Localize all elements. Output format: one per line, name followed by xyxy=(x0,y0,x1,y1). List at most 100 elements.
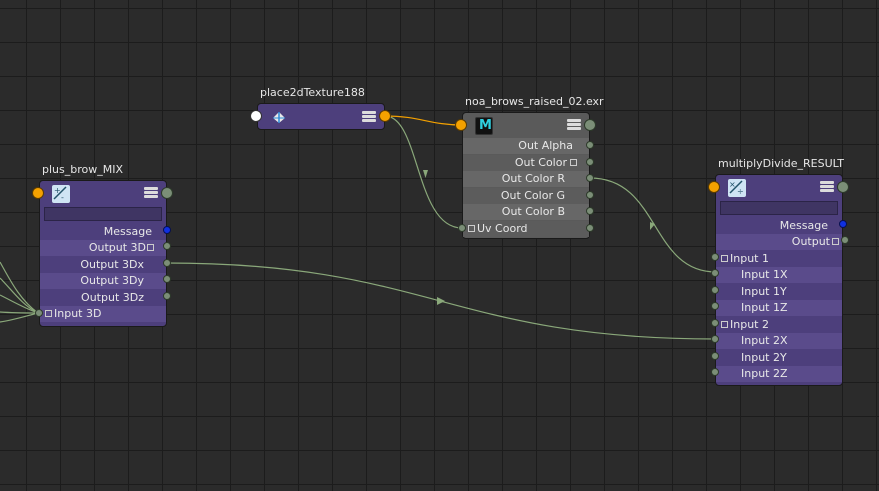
attr-row[interactable]: Message xyxy=(716,218,842,234)
output-3dy-plug[interactable] xyxy=(163,275,171,283)
output-plug[interactable] xyxy=(841,236,849,244)
out-color-plug[interactable] xyxy=(586,158,594,166)
node-output-plug[interactable] xyxy=(161,187,173,199)
attr-row[interactable]: Out Color G xyxy=(463,188,589,204)
input-2-plug[interactable] xyxy=(711,319,719,327)
attr-label: Out Color B xyxy=(501,205,565,218)
output-3d-plug[interactable] xyxy=(163,242,171,250)
attr-row[interactable]: Input 1Y xyxy=(716,284,842,300)
input-2z-plug[interactable] xyxy=(711,368,719,376)
wire-left-in-4[interactable] xyxy=(0,311,39,314)
node-input-plug[interactable] xyxy=(455,119,467,131)
attr-label: Out Color R xyxy=(501,172,565,185)
uv-coord-out-plug[interactable] xyxy=(586,224,594,232)
attr-row[interactable]: Input 2 xyxy=(716,317,842,333)
input-1x-plug[interactable] xyxy=(711,269,719,277)
attr-row[interactable]: Input 2Y xyxy=(716,350,842,366)
expand-icon[interactable] xyxy=(832,238,839,245)
attr-label: Output 3Dz xyxy=(81,291,144,304)
file-icon-letter: M xyxy=(479,118,492,133)
output-3dx-plug[interactable] xyxy=(163,259,171,267)
node-body[interactable]: M Out Alpha Out Color Out Color R Out Co… xyxy=(462,112,590,239)
attr-label: Output xyxy=(791,235,830,248)
node-title[interactable]: multiplyDivide_RESULT xyxy=(718,157,844,170)
menu-icon[interactable] xyxy=(144,187,158,199)
attr-label: Input 2 xyxy=(730,318,769,331)
attr-row[interactable]: Out Color B xyxy=(463,204,589,220)
out-color-b-plug[interactable] xyxy=(586,207,594,215)
output-3dz-plug[interactable] xyxy=(163,292,171,300)
node-output-plug[interactable] xyxy=(837,181,849,193)
attr-label: Input 2Z xyxy=(741,367,788,380)
out-alpha-plug[interactable] xyxy=(586,141,594,149)
attr-label: Input 3D xyxy=(54,307,102,320)
out-color-g-plug[interactable] xyxy=(586,191,594,199)
input-1y-plug[interactable] xyxy=(711,286,719,294)
attr-row[interactable]: Input 2Z xyxy=(716,366,842,382)
wire-plus-3dx-to-multiply-2x[interactable] xyxy=(165,262,717,340)
out-color-r-plug[interactable] xyxy=(586,174,594,182)
wire-left-in-3[interactable] xyxy=(0,294,39,314)
node-name-field[interactable] xyxy=(720,201,838,215)
wire-place2d-to-file-uv-alt[interactable] xyxy=(384,115,463,126)
node-name-field[interactable] xyxy=(44,207,162,221)
menu-icon[interactable] xyxy=(567,119,581,131)
wire-left-in-2[interactable] xyxy=(0,277,39,314)
wire-left-in-1[interactable] xyxy=(0,261,39,314)
attr-label: Input 1X xyxy=(741,268,788,281)
attr-label: Out Alpha xyxy=(518,139,573,152)
wire-arrow xyxy=(650,222,655,230)
attr-row[interactable]: Output 3Dx xyxy=(40,257,166,273)
attr-row[interactable]: Out Color xyxy=(463,155,589,171)
wire-file-r-to-multiply-1x[interactable] xyxy=(589,177,717,273)
attr-row[interactable]: Output 3Dz xyxy=(40,290,166,306)
menu-icon[interactable] xyxy=(362,111,376,123)
uv-coord-in-plug[interactable] xyxy=(458,224,466,232)
node-output-plug[interactable] xyxy=(584,119,596,131)
attr-row[interactable]: Input 1X xyxy=(716,267,842,283)
node-title[interactable]: plus_brow_MIX xyxy=(42,163,123,176)
node-body[interactable]: × ÷ Message Output Input 1 Input 1X Input… xyxy=(715,174,843,386)
node-title[interactable]: place2dTexture188 xyxy=(260,86,365,99)
input-2y-plug[interactable] xyxy=(711,352,719,360)
attr-label: Input 1Z xyxy=(741,301,788,314)
plus-minus-average-icon: + - xyxy=(52,185,70,203)
node-body[interactable] xyxy=(257,103,385,130)
wire-left-in-5[interactable] xyxy=(0,312,39,323)
attr-row[interactable]: Out Alpha xyxy=(463,138,589,154)
attr-row[interactable]: Output 3D xyxy=(40,240,166,256)
node-input-plug[interactable] xyxy=(708,181,720,193)
expand-icon[interactable] xyxy=(45,310,52,317)
attr-row[interactable]: Input 1Z xyxy=(716,300,842,316)
node-output-plug[interactable] xyxy=(379,110,391,122)
node-input-plug[interactable] xyxy=(32,187,44,199)
expand-icon[interactable] xyxy=(468,225,475,232)
attr-row[interactable]: Uv Coord xyxy=(463,221,589,237)
multiply-divide-icon: × ÷ xyxy=(728,179,746,197)
svg-text:×: × xyxy=(729,180,736,189)
wire-place2d-to-file-uv[interactable] xyxy=(384,115,463,229)
attr-row[interactable]: Input 2X xyxy=(716,333,842,349)
node-title[interactable]: noa_brows_raised_02.exr xyxy=(465,95,604,108)
menu-icon[interactable] xyxy=(820,181,834,193)
node-body[interactable]: + - Message Output 3D Output 3Dx Output 3… xyxy=(39,180,167,327)
wire-arrow xyxy=(423,170,428,178)
attr-row[interactable]: Message xyxy=(40,224,166,240)
expand-icon[interactable] xyxy=(721,321,728,328)
message-plug[interactable] xyxy=(839,220,847,228)
expand-icon[interactable] xyxy=(721,255,728,262)
input-1z-plug[interactable] xyxy=(711,302,719,310)
expand-icon[interactable] xyxy=(147,244,154,251)
attr-row[interactable]: Input 1 xyxy=(716,251,842,267)
node-input-plug[interactable] xyxy=(250,110,262,122)
input-3d-plug[interactable] xyxy=(35,309,43,317)
attr-row[interactable]: Output 3Dy xyxy=(40,273,166,289)
attr-label: Input 2Y xyxy=(741,351,787,364)
message-plug[interactable] xyxy=(163,226,171,234)
attr-row[interactable]: Out Color R xyxy=(463,171,589,187)
attr-row[interactable]: Input 3D xyxy=(40,306,166,322)
attr-row[interactable]: Output xyxy=(716,234,842,250)
expand-icon[interactable] xyxy=(570,159,577,166)
input-1-plug[interactable] xyxy=(711,253,719,261)
input-2x-plug[interactable] xyxy=(711,335,719,343)
